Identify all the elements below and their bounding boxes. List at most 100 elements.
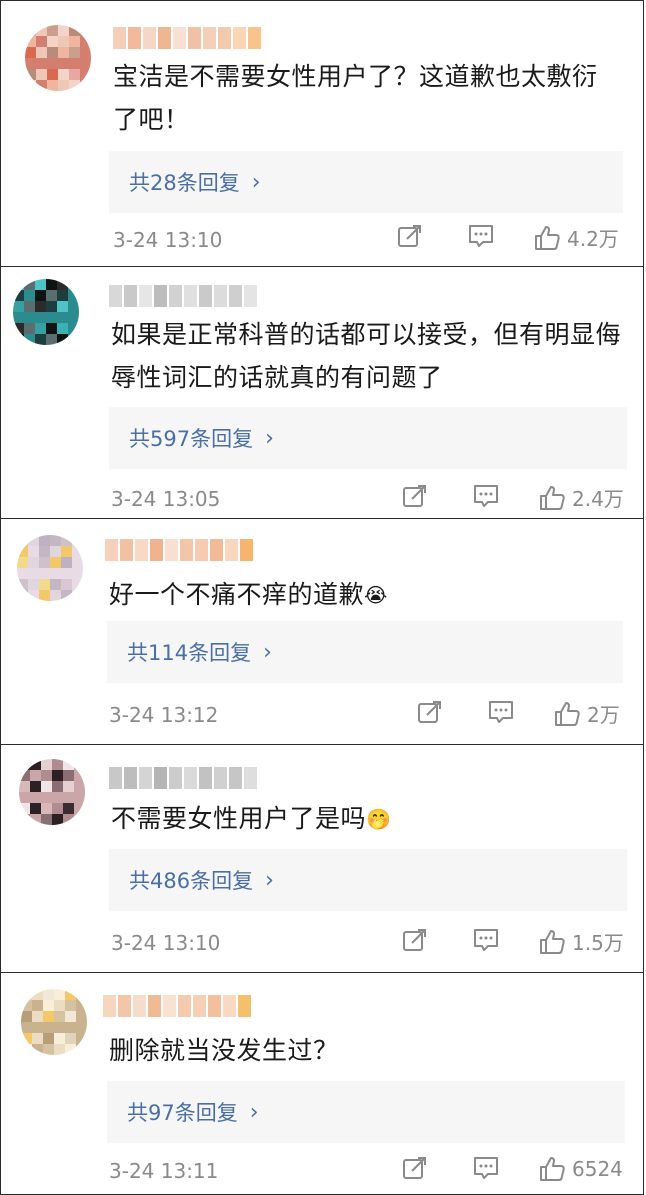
repost-button[interactable] [402, 1155, 428, 1181]
comment-button[interactable] [472, 483, 500, 509]
avatar-pixel [54, 1033, 65, 1044]
avatar-pixel [65, 1022, 76, 1033]
like-button[interactable]: 6524 [538, 1155, 623, 1183]
like-button[interactable]: 2万 [553, 699, 620, 728]
avatar-pixel [69, 47, 80, 58]
like-button[interactable]: 4.2万 [533, 223, 619, 252]
avatar-pixel [36, 47, 47, 58]
avatar-pixel [17, 590, 28, 601]
avatar-pixel [35, 334, 46, 345]
comment-button[interactable] [487, 699, 515, 725]
avatar-pixel [32, 989, 43, 1000]
replies-label: 共97条回复 [127, 1101, 238, 1125]
avatar-pixel [36, 80, 47, 91]
avatar-pixel [50, 557, 61, 568]
avatar-pixel [57, 290, 68, 301]
avatar[interactable] [13, 279, 79, 345]
avatar-pixel [35, 279, 46, 290]
replies-link[interactable]: 共28条回复 › [109, 151, 623, 213]
avatar-pixel [24, 323, 35, 334]
username-pixel [229, 767, 242, 789]
avatar-pixel [39, 590, 50, 601]
username-pixel [109, 285, 122, 307]
avatar-pixel [32, 1000, 43, 1011]
avatar-pixel [47, 69, 58, 80]
avatar-pixel [39, 535, 50, 546]
comment-text: 删除就当没发生过？ [109, 1036, 339, 1065]
username-pixel [225, 539, 238, 561]
avatar-pixel [47, 47, 58, 58]
username-pixel [184, 285, 197, 307]
avatar-pixel [52, 759, 63, 770]
avatar-pixel [46, 323, 57, 334]
username-pixel [184, 767, 197, 789]
avatar-pixel [63, 770, 74, 781]
comment-button[interactable] [472, 1155, 500, 1181]
repost-button[interactable] [402, 927, 428, 953]
avatar-pixel [30, 814, 41, 825]
avatar[interactable] [21, 989, 87, 1055]
comment-button[interactable] [467, 223, 495, 249]
replies-link[interactable]: 共597条回复 › [109, 407, 627, 469]
username-blurred[interactable] [109, 285, 257, 307]
avatar-pixel [74, 770, 85, 781]
username-pixel [150, 539, 163, 561]
avatar-pixel [68, 334, 79, 345]
repost-button[interactable] [417, 699, 443, 725]
comment-actions: 2.4万 [396, 483, 631, 517]
like-button[interactable]: 2.4万 [538, 483, 624, 512]
avatar-pixel [58, 25, 69, 36]
avatar-pixel [72, 568, 83, 579]
replies-link[interactable]: 共97条回复 › [107, 1081, 625, 1143]
avatar-pixel [50, 590, 61, 601]
avatar[interactable] [17, 535, 83, 601]
avatar[interactable] [25, 25, 91, 91]
repost-button[interactable] [402, 483, 428, 509]
replies-label: 共486条回复 [129, 869, 254, 893]
replies-link[interactable]: 共114条回复 › [107, 621, 623, 683]
avatar-pixel [36, 69, 47, 80]
avatar-pixel [54, 1044, 65, 1055]
avatar-pixel [13, 312, 24, 323]
avatar-pixel [32, 1011, 43, 1022]
repost-icon [402, 483, 428, 509]
username-pixel [180, 539, 193, 561]
avatar-pixel [50, 535, 61, 546]
avatar-pixel [76, 1011, 87, 1022]
repost-icon [397, 223, 423, 249]
avatar-pixel [50, 568, 61, 579]
avatar-pixel [13, 290, 24, 301]
avatar-pixel [43, 1000, 54, 1011]
username-pixel [199, 767, 212, 789]
avatar-pixel [32, 1044, 43, 1055]
avatar-pixel [72, 557, 83, 568]
avatar[interactable] [19, 759, 85, 825]
avatar-pixel [72, 535, 83, 546]
avatar-pixel [43, 989, 54, 1000]
username-pixel [244, 285, 257, 307]
avatar-pixel [21, 1033, 32, 1044]
username-pixel [109, 767, 122, 789]
avatar-pixel [36, 36, 47, 47]
like-icon [538, 1155, 566, 1183]
avatar-pixel [30, 803, 41, 814]
username-pixel [169, 285, 182, 307]
like-button[interactable]: 1.5万 [538, 927, 624, 956]
avatar-pixel [19, 770, 30, 781]
username-pixel [188, 27, 201, 49]
comment-card: 宝洁是不需要女性用户了？这道歉也太敷衍了吧！ 共28条回复 › 3-24 13:… [0, 0, 644, 266]
username-pixel [208, 995, 221, 1017]
username-blurred[interactable] [103, 995, 251, 1017]
comment-button[interactable] [472, 927, 500, 953]
username-blurred[interactable] [109, 767, 257, 789]
username-blurred[interactable] [105, 539, 253, 561]
username-pixel [169, 767, 182, 789]
username-blurred[interactable] [113, 27, 261, 49]
replies-link[interactable]: 共486条回复 › [109, 849, 627, 911]
avatar-pixel [61, 557, 72, 568]
repost-button[interactable] [397, 223, 423, 249]
avatar-pixel [41, 759, 52, 770]
comment-time: 3-24 13:12 [109, 703, 219, 727]
like-count: 6524 [572, 1157, 623, 1181]
comment-icon [487, 699, 515, 725]
